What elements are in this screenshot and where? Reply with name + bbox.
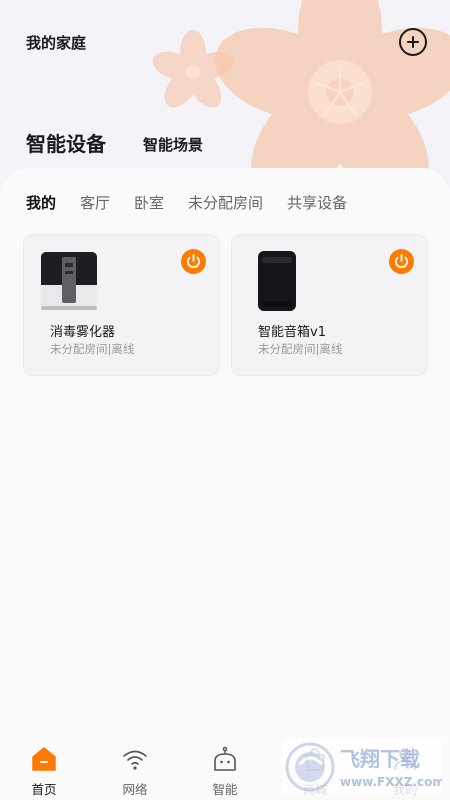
power-icon	[395, 254, 408, 269]
device-content-panel: 我的 客厅 卧室 未分配房间 共享设备 消毒雾化器 未分配房间|离线 智能音箱v…	[0, 168, 450, 740]
room-tab-shared[interactable]: 共享设备	[287, 192, 347, 214]
home-title[interactable]: 我的家庭	[26, 32, 86, 53]
smart-speaker-icon	[258, 251, 296, 311]
room-tab-living-room[interactable]: 客厅	[80, 192, 110, 214]
device-name: 消毒雾化器	[50, 325, 116, 340]
tab-smart-devices[interactable]: 智能设备	[26, 128, 106, 157]
device-status: 未分配房间|离线	[50, 342, 135, 356]
nav-home[interactable]: 首页	[14, 746, 74, 798]
nav-smart[interactable]: 智能	[195, 746, 255, 798]
device-card-atomizer[interactable]: 消毒雾化器 未分配房间|离线	[23, 234, 220, 376]
robot-icon	[214, 746, 236, 771]
fxxz-watermark: 飞翔下载 www.FXXZ.com	[282, 738, 442, 796]
room-tabs: 我的 客厅 卧室 未分配房间 共享设备	[26, 192, 371, 214]
nav-network[interactable]: 网络	[105, 746, 165, 798]
add-circle-icon[interactable]	[399, 28, 427, 56]
power-button[interactable]	[389, 249, 414, 274]
home-icon	[32, 747, 56, 771]
room-tab-unassigned[interactable]: 未分配房间	[188, 192, 263, 214]
nav-label: 智能	[212, 782, 238, 797]
tab-smart-scenes[interactable]: 智能场景	[143, 134, 203, 155]
room-tab-bedroom[interactable]: 卧室	[134, 192, 164, 214]
wifi-icon	[123, 750, 147, 770]
device-card-speaker[interactable]: 智能音箱v1 未分配房间|离线	[231, 234, 428, 376]
power-button[interactable]	[181, 249, 206, 274]
device-status: 未分配房间|离线	[258, 342, 343, 356]
nav-label: 网络	[122, 782, 148, 797]
device-name: 智能音箱v1	[258, 325, 326, 340]
nav-label: 首页	[31, 782, 57, 797]
room-tab-mine[interactable]: 我的	[26, 192, 56, 214]
power-icon	[187, 254, 200, 269]
disinfection-atomizer-icon	[41, 252, 97, 310]
watermark-title: 飞翔下载	[340, 747, 420, 771]
watermark-url: www.FXXZ.com	[340, 775, 442, 789]
